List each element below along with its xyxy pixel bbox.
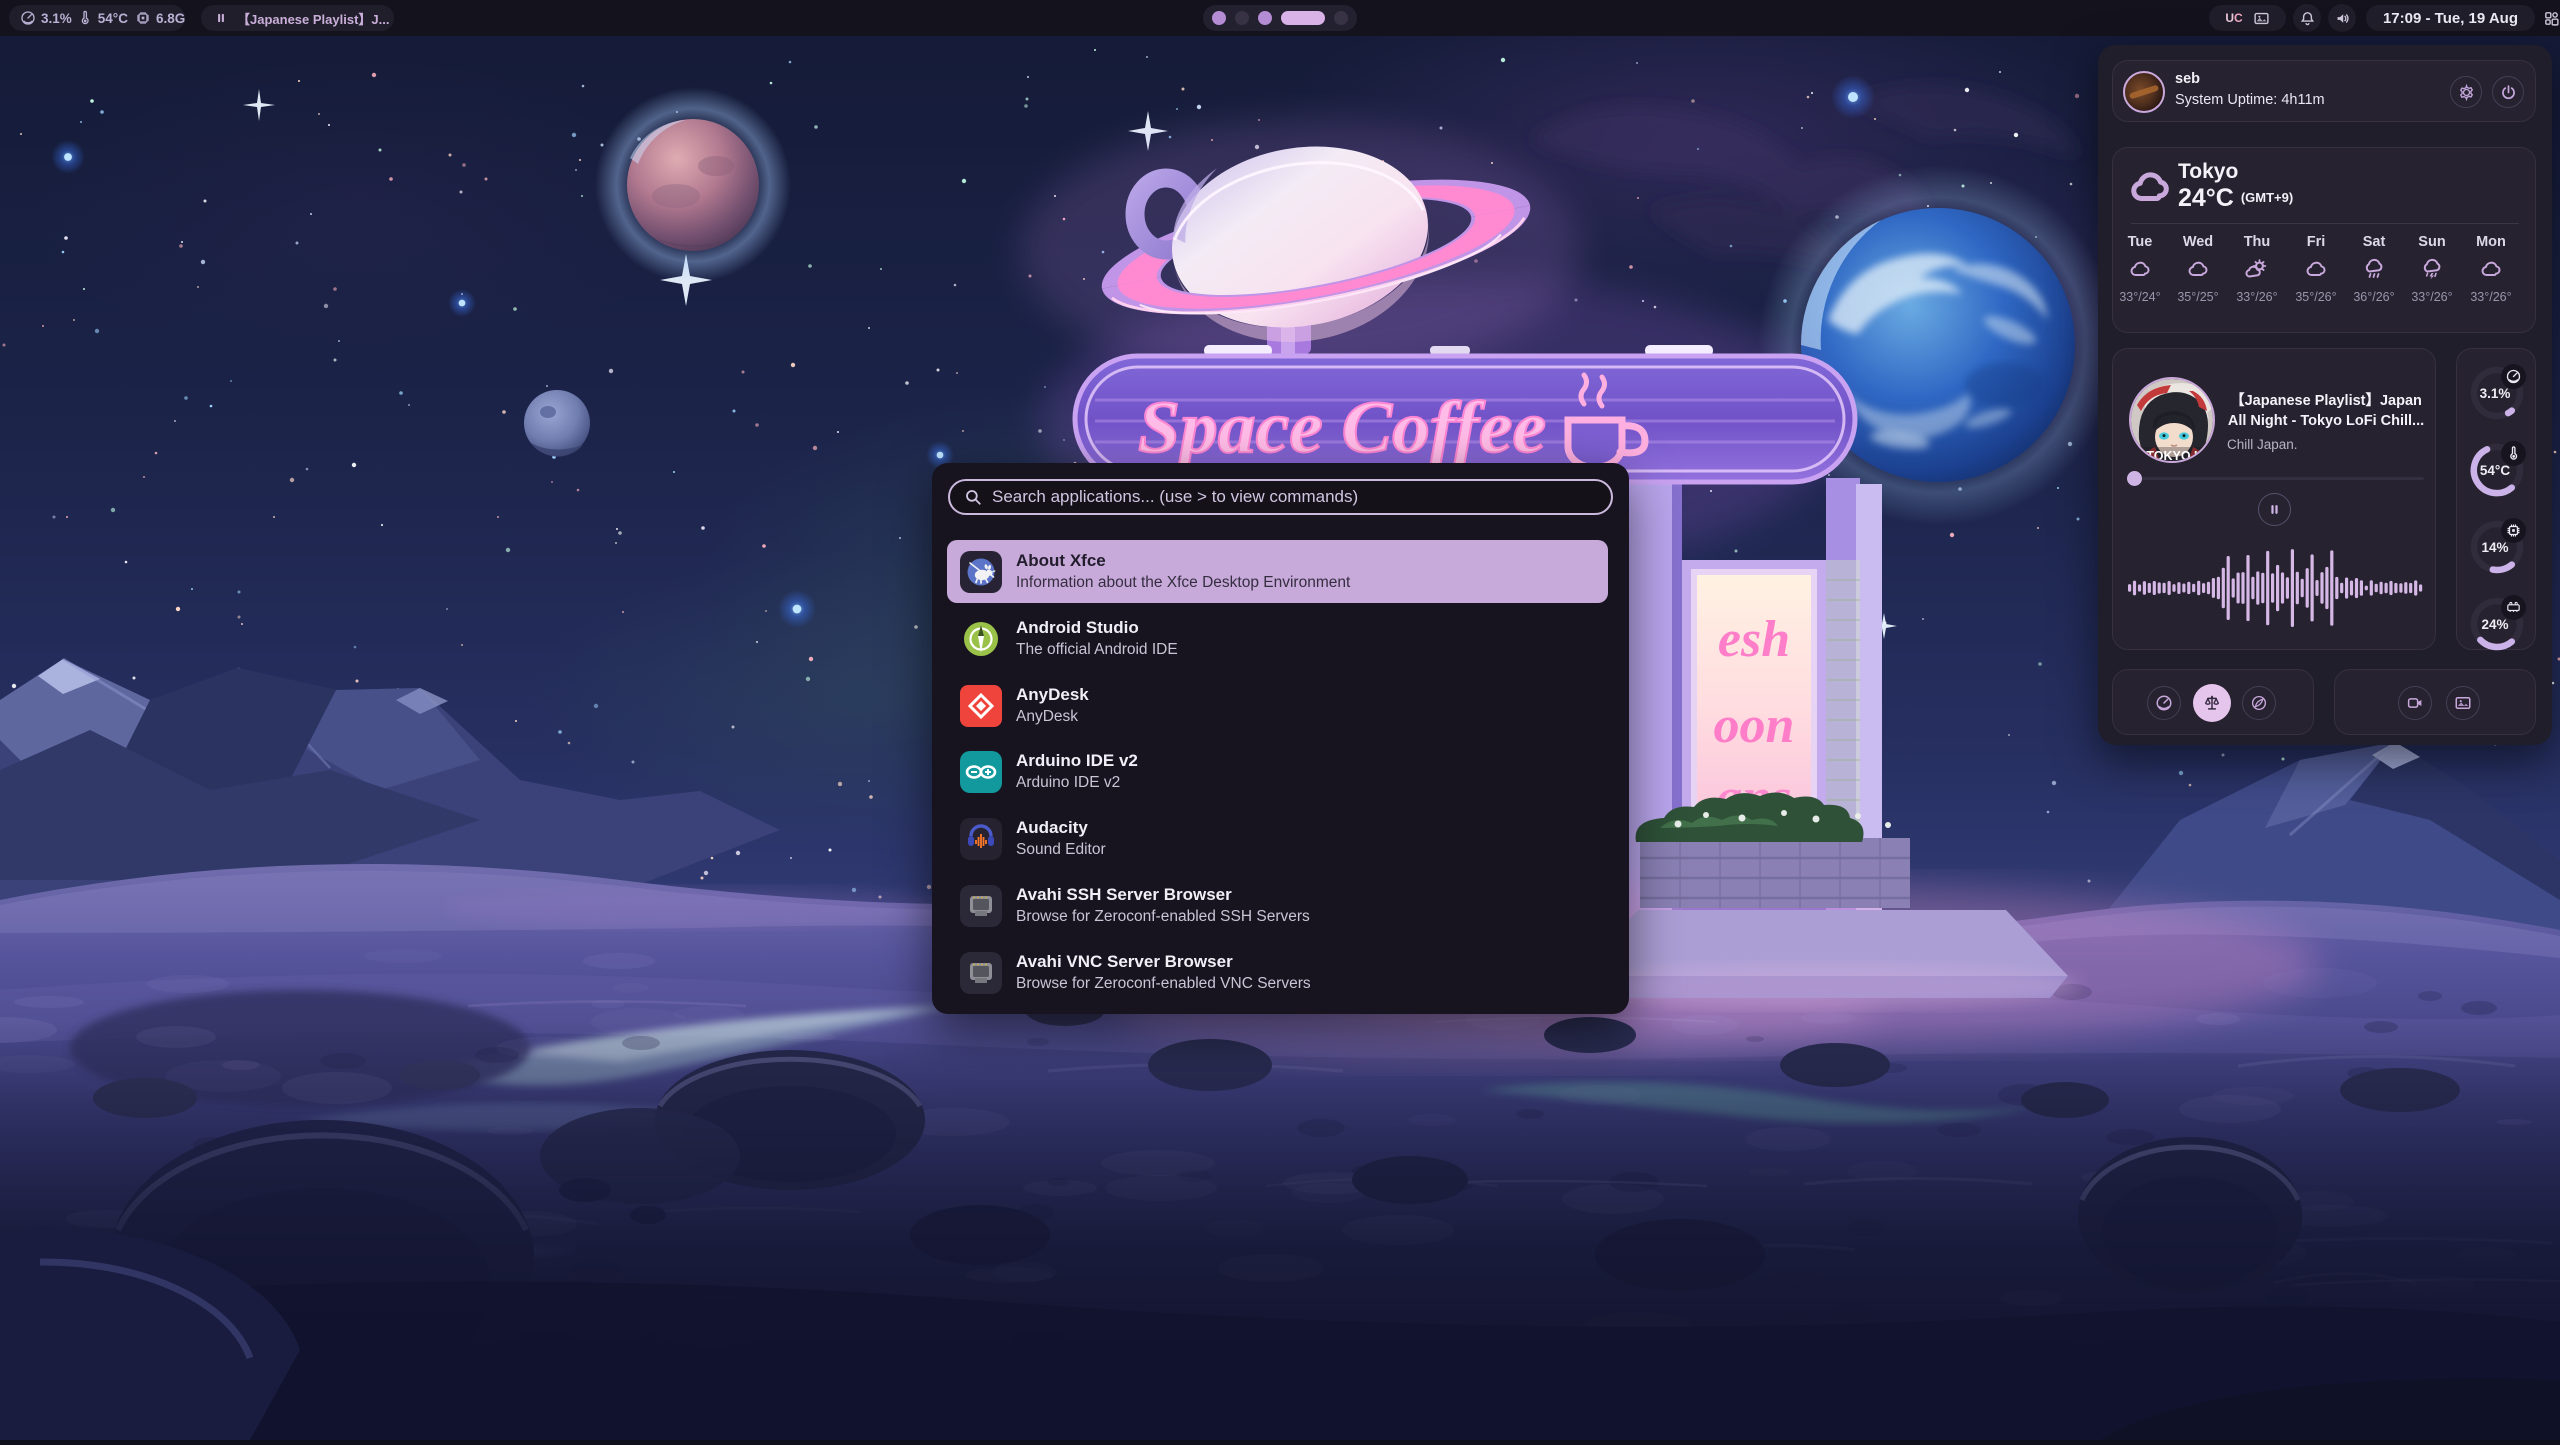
svg-text:TOKYO L: TOKYO L — [2146, 449, 2202, 463]
svg-text:24%: 24% — [2481, 617, 2508, 632]
svg-text:esh: esh — [1718, 611, 1790, 668]
svg-text:Space Coffee: Space Coffee — [1138, 387, 1546, 469]
svg-text:54°C: 54°C — [2480, 463, 2510, 478]
svg-text:oon: oon — [1714, 697, 1795, 754]
svg-text:3.1%: 3.1% — [2480, 386, 2511, 401]
svg-text:14%: 14% — [2481, 540, 2508, 555]
